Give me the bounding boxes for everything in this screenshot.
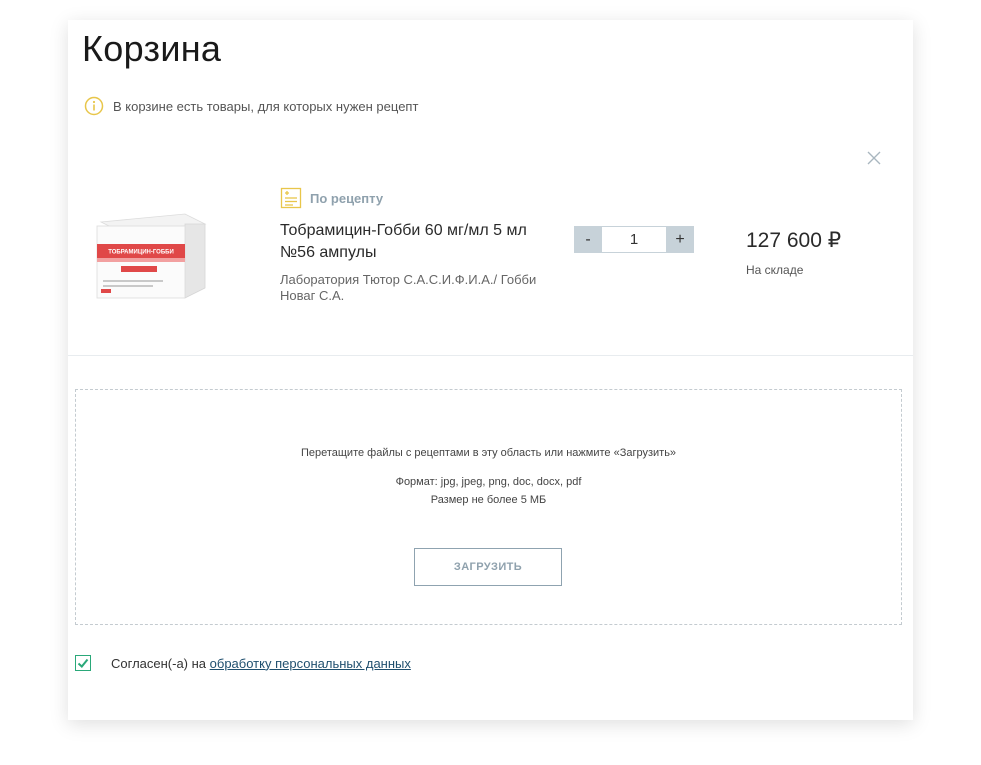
consent-checkbox[interactable] bbox=[75, 655, 91, 671]
page-title: Корзина bbox=[82, 28, 222, 69]
prescription-badge: По рецепту bbox=[280, 187, 383, 209]
prescription-label: По рецепту bbox=[310, 190, 384, 206]
decrement-button[interactable]: - bbox=[574, 226, 602, 253]
product-name[interactable]: Тобрамицин-Гобби 60 мг/мл 5 мл №56 ампул… bbox=[280, 220, 540, 264]
consent-prefix: Согласен(-а) на bbox=[111, 655, 210, 671]
stock-status: На складе bbox=[746, 263, 804, 277]
product-image: ТОБРАМИЦИН-ГОББИ bbox=[96, 213, 207, 299]
consent-text: Согласен(-а) на обработку персональных д… bbox=[111, 656, 411, 671]
dropzone-instruction: Перетащите файлы с рецептами в эту облас… bbox=[300, 447, 677, 459]
product-price: 127 600 ₽ bbox=[746, 229, 842, 252]
close-icon[interactable] bbox=[866, 150, 882, 166]
checkmark-icon bbox=[77, 658, 89, 668]
cart-panel: Корзина В корзине есть товары, для котор… bbox=[68, 20, 913, 720]
info-icon bbox=[84, 96, 104, 116]
consent-row: Согласен(-а) на обработку персональных д… bbox=[75, 655, 411, 671]
quantity-stepper: - + bbox=[574, 226, 694, 253]
package-brand-text: ТОБРАМИЦИН-ГОББИ bbox=[108, 250, 174, 256]
quantity-input[interactable] bbox=[602, 226, 666, 253]
prescription-icon bbox=[280, 187, 302, 209]
dropzone-size-limit: Размер не более 5 МБ bbox=[430, 494, 547, 506]
prescription-dropzone[interactable]: Перетащите файлы с рецептами в эту облас… bbox=[75, 389, 902, 625]
notice-text: В корзине есть товары, для которых нужен… bbox=[113, 98, 419, 114]
section-divider bbox=[68, 355, 913, 356]
product-manufacturer: Лаборатория Тютор С.А.С.И.Ф.И.А./ Гобби … bbox=[280, 272, 537, 303]
increment-button[interactable]: + bbox=[666, 226, 694, 253]
upload-button[interactable]: ЗАГРУЗИТЬ bbox=[414, 548, 562, 586]
personal-data-link[interactable]: обработку персональных данных bbox=[210, 656, 411, 671]
dropzone-formats: Формат: jpg, jpeg, png, doc, docx, pdf bbox=[395, 476, 582, 488]
prescription-notice: В корзине есть товары, для которых нужен… bbox=[84, 96, 418, 116]
